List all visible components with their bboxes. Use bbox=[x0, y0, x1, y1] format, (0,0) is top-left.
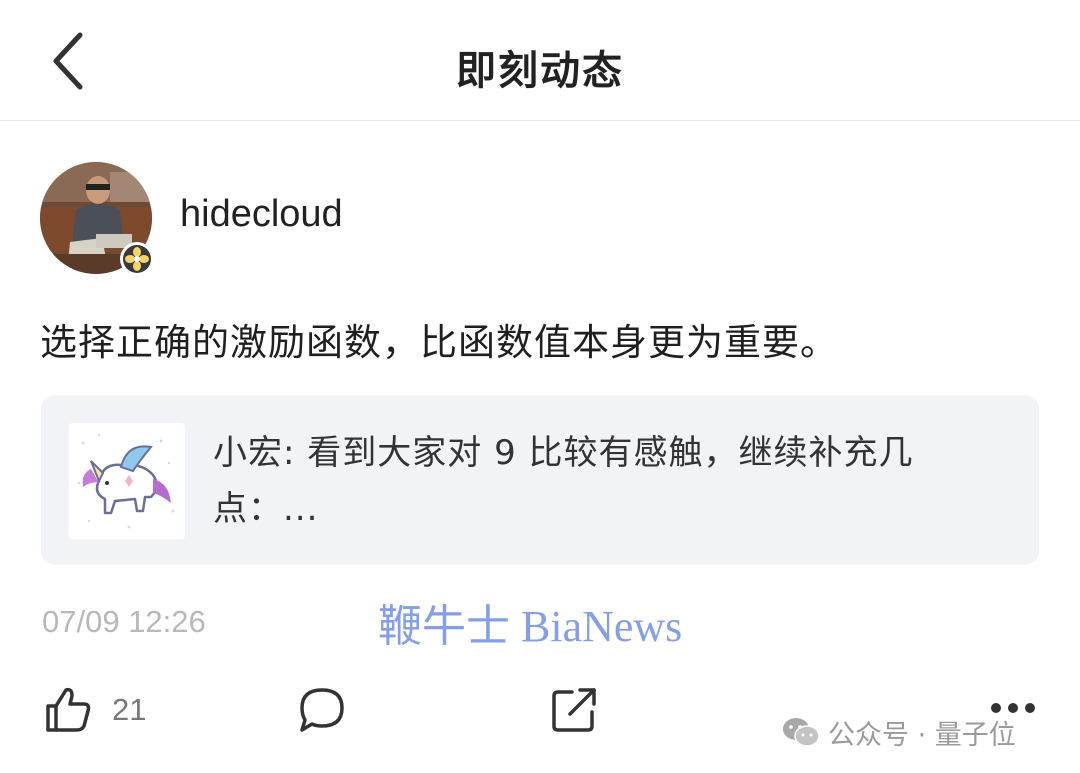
thumbs-up-icon bbox=[46, 687, 91, 732]
quoted-post-thumbnail bbox=[69, 423, 185, 539]
quoted-post-card[interactable]: 小宏: 看到大家对 9 比较有感触，继续补充几 点：... bbox=[41, 395, 1039, 565]
verified-badge bbox=[120, 241, 154, 276]
avatar[interactable] bbox=[40, 161, 154, 276]
bianews-watermark: 鞭牛士 BiaNews bbox=[378, 602, 683, 651]
top-bar: 即刻动态 bbox=[0, 0, 1080, 121]
wechat-watermark: 公众号 · 量子位 bbox=[782, 712, 1016, 752]
share-out-icon bbox=[552, 688, 596, 732]
page-title: 即刻动态 bbox=[456, 48, 624, 94]
post-timestamp: 07/09 12:26 bbox=[42, 604, 206, 639]
flower-badge-icon bbox=[123, 244, 151, 273]
speech-bubble-icon bbox=[300, 688, 344, 732]
like-button[interactable]: 21 bbox=[42, 680, 146, 740]
comment-button[interactable] bbox=[296, 680, 348, 740]
author-name[interactable]: hidecloud bbox=[180, 193, 343, 236]
quoted-post-line-2: 点：... bbox=[213, 489, 319, 529]
author-row: hidecloud bbox=[40, 160, 343, 276]
quoted-post-text: 小宏: 看到大家对 9 比较有感触，继续补充几 点：... bbox=[213, 425, 993, 537]
post-text: 选择正确的激励函数，比函数值本身更为重要。 bbox=[40, 321, 838, 364]
quoted-post-line-1: 小宏: 看到大家对 9 比较有感触，继续补充几 bbox=[213, 433, 914, 473]
like-count: 21 bbox=[112, 692, 147, 727]
wechat-icon bbox=[783, 718, 820, 747]
unicorn-icon bbox=[69, 423, 185, 539]
share-button[interactable] bbox=[548, 680, 600, 740]
wechat-watermark-text: 公众号 · 量子位 bbox=[828, 719, 1016, 751]
